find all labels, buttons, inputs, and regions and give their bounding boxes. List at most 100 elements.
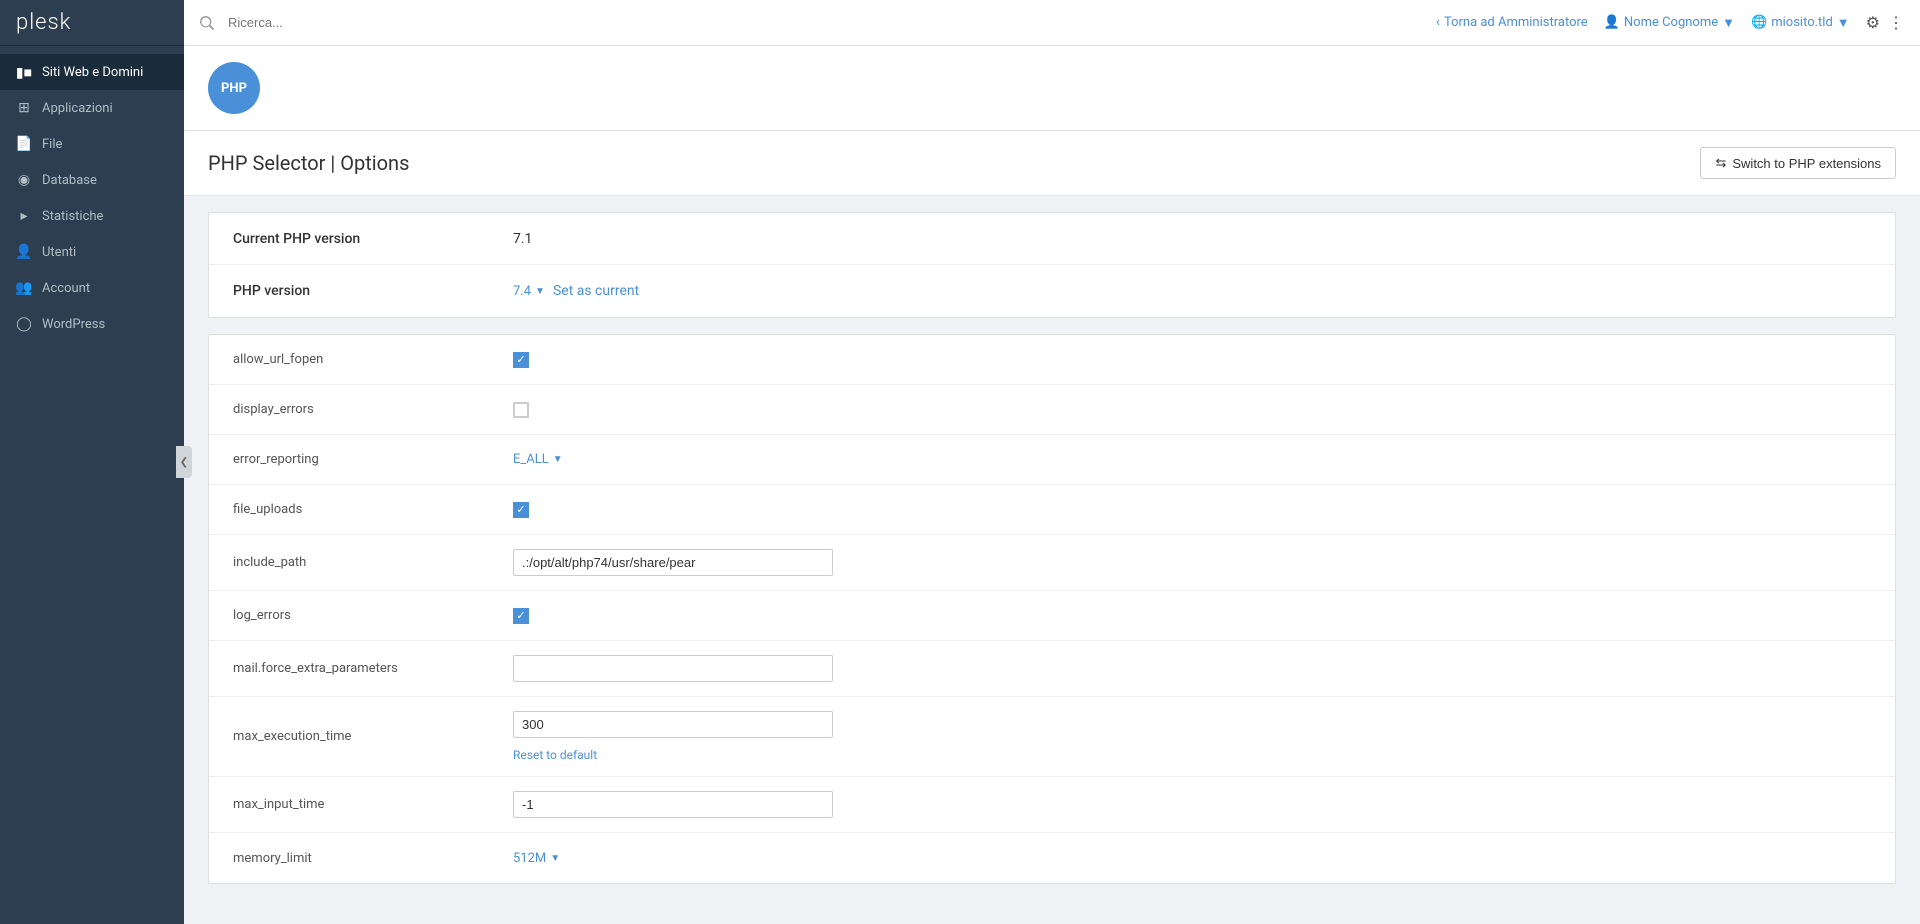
grid-icon: ⊞ (16, 100, 32, 116)
settings-icon[interactable]: ⚙ (1866, 13, 1880, 32)
topbar-settings: ⚙ ⋮ (1866, 13, 1904, 32)
sidebar-item-statistiche[interactable]: ▸ Statistiche (0, 198, 184, 234)
option-label-error_reporting: error_reporting (233, 452, 513, 467)
option-label-include_path: include_path (233, 555, 513, 570)
domain-menu[interactable]: 🌐 miosito.tld ▼ (1751, 15, 1850, 31)
php-version-section: Current PHP version 7.1 PHP version 7.4 … (208, 212, 1896, 318)
option-row-file_uploads: file_uploads✓ (209, 485, 1895, 535)
checkmark-icon: ✓ (516, 504, 525, 515)
sidebar-item-applicazioni[interactable]: ⊞ Applicazioni (0, 90, 184, 126)
option-control-include_path (513, 549, 833, 576)
sidebar-item-label: Siti Web e Domini (42, 65, 143, 80)
page-title: PHP Selector | Options (208, 151, 409, 175)
sidebar-item-utenti[interactable]: 👤 Utenti (0, 234, 184, 270)
option-control-error_reporting: E_ALL ▼ (513, 452, 563, 467)
php-icon: PHP (208, 62, 260, 114)
option-label-display_errors: display_errors (233, 402, 513, 417)
option-label-memory_limit: memory_limit (233, 851, 513, 866)
dropdown-error_reporting[interactable]: E_ALL ▼ (513, 452, 563, 467)
switch-icon: ⇆ (1715, 155, 1726, 171)
sidebar-item-siti-web[interactable]: ▮■ Siti Web e Domini (0, 54, 184, 90)
input-max_execution_time[interactable] (513, 711, 833, 738)
sidebar-item-file[interactable]: 📄 File (0, 126, 184, 162)
option-control-memory_limit: 512M ▼ (513, 851, 560, 866)
file-icon: 📄 (16, 136, 32, 152)
sidebar-item-label: Account (42, 281, 90, 296)
option-label-log_errors: log_errors (233, 608, 513, 623)
option-row-memory_limit: memory_limit512M ▼ (209, 833, 1895, 883)
database-icon: ◉ (16, 172, 32, 188)
chevron-down-icon: ▼ (550, 853, 560, 864)
reset-link-max_execution_time[interactable]: Reset to default (513, 748, 597, 762)
option-label-max_execution_time: max_execution_time (233, 729, 513, 744)
option-label-allow_url_fopen: allow_url_fopen (233, 352, 513, 367)
sidebar-item-account[interactable]: 👥 Account (0, 270, 184, 306)
sidebar-item-wordpress[interactable]: ◯ WordPress (0, 306, 184, 342)
sidebar-item-label: Statistiche (42, 209, 103, 224)
switch-to-php-extensions-button[interactable]: ⇆ Switch to PHP extensions (1700, 147, 1896, 179)
search-area (200, 10, 1436, 35)
option-control-file_uploads: ✓ (513, 502, 529, 518)
option-label-mail_force_extra_parameters: mail.force_extra_parameters (233, 661, 513, 676)
checkbox-allow_url_fopen[interactable]: ✓ (513, 352, 529, 368)
option-row-error_reporting: error_reportingE_ALL ▼ (209, 435, 1895, 485)
option-row-display_errors: display_errors (209, 385, 1895, 435)
topbar-right: ‹ Torna ad Amministratore 👤 Nome Cognome… (1436, 13, 1904, 32)
input-mail_force_extra_parameters[interactable] (513, 655, 833, 682)
option-control-allow_url_fopen: ✓ (513, 352, 529, 368)
back-to-admin-link[interactable]: ‹ Torna ad Amministratore (1436, 15, 1588, 30)
sidebar-item-label: Database (42, 173, 97, 188)
wordpress-icon: ◯ (16, 316, 32, 332)
chevron-down-icon: ▼ (1837, 15, 1850, 31)
checkbox-log_errors[interactable]: ✓ (513, 608, 529, 624)
option-control-log_errors: ✓ (513, 608, 529, 624)
chevron-left-icon: ‹ (1436, 15, 1440, 30)
checkbox-display_errors[interactable] (513, 402, 529, 418)
sidebar-nav: ▮■ Siti Web e Domini ⊞ Applicazioni 📄 Fi… (0, 46, 184, 350)
sidebar-item-label: File (42, 137, 62, 152)
option-control-max_input_time (513, 791, 833, 818)
person-icon: 👥 (16, 280, 32, 296)
more-icon[interactable]: ⋮ (1888, 13, 1904, 32)
user-menu[interactable]: 👤 Nome Cognome ▼ (1604, 15, 1735, 31)
option-row-max_input_time: max_input_time (209, 777, 1895, 833)
php-version-dropdown[interactable]: 7.4 ▼ (513, 284, 545, 299)
chevron-down-icon: ▼ (535, 286, 545, 297)
checkmark-icon: ✓ (516, 354, 525, 365)
current-php-row: Current PHP version 7.1 (209, 213, 1895, 265)
globe-icon: 🌐 (1751, 15, 1767, 30)
user-icon: 👤 (16, 244, 32, 260)
checkmark-icon: ✓ (516, 610, 525, 621)
input-include_path[interactable] (513, 549, 833, 576)
php-version-row: PHP version 7.4 ▼ Set as current (209, 265, 1895, 317)
checkbox-file_uploads[interactable]: ✓ (513, 502, 529, 518)
plesk-logo-text: plesk (16, 10, 71, 35)
sidebar-item-label: Utenti (42, 245, 76, 260)
current-php-value: 7.1 (513, 231, 532, 247)
sidebar-collapse-button[interactable]: ❮ (176, 446, 192, 478)
chevron-down-icon: ▼ (1722, 15, 1735, 31)
user-icon-topbar: 👤 (1604, 15, 1620, 30)
current-php-label: Current PHP version (233, 231, 513, 247)
sidebar-item-label: WordPress (42, 317, 105, 332)
option-control-display_errors (513, 402, 529, 418)
monitor-icon: ▮■ (16, 64, 32, 80)
dropdown-value: E_ALL (513, 452, 549, 467)
search-icon (200, 16, 214, 30)
php-version-label: PHP version (233, 283, 513, 299)
page-title-area: PHP Selector | Options ⇆ Switch to PHP e… (184, 131, 1920, 196)
chevron-down-icon: ▼ (553, 454, 563, 465)
option-row-allow_url_fopen: allow_url_fopen✓ (209, 335, 1895, 385)
sidebar-item-database[interactable]: ◉ Database (0, 162, 184, 198)
topbar: ‹ Torna ad Amministratore 👤 Nome Cognome… (0, 0, 1920, 46)
input-max_input_time[interactable] (513, 791, 833, 818)
dropdown-value: 512M (513, 851, 546, 866)
option-control-mail_force_extra_parameters (513, 655, 833, 682)
option-control-max_execution_time: Reset to default (513, 711, 833, 762)
search-input[interactable] (220, 10, 420, 35)
option-label-max_input_time: max_input_time (233, 797, 513, 812)
sidebar: plesk ▮■ Siti Web e Domini ⊞ Applicazion… (0, 0, 184, 924)
option-row-mail_force_extra_parameters: mail.force_extra_parameters (209, 641, 1895, 697)
dropdown-memory_limit[interactable]: 512M ▼ (513, 851, 560, 866)
set-as-current-link[interactable]: Set as current (553, 283, 639, 299)
